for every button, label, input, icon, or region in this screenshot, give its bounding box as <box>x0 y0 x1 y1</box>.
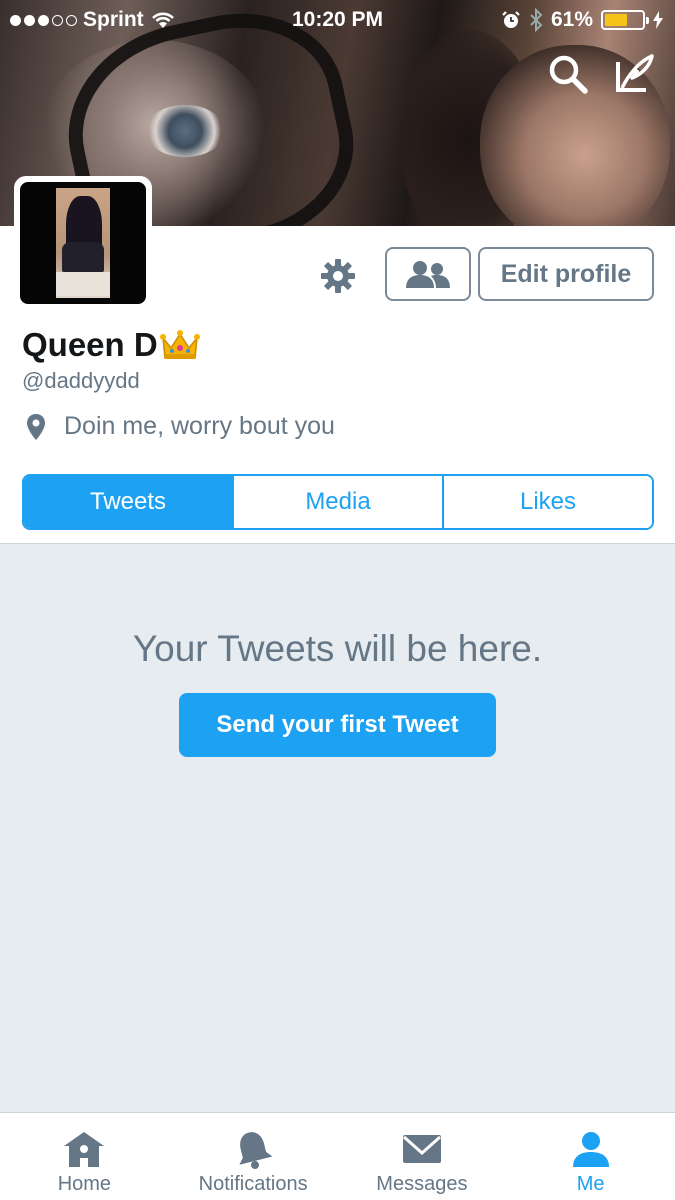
battery-fill <box>605 14 627 26</box>
tabbar-item-notifications[interactable]: Notifications <box>169 1113 338 1200</box>
status-bar: Sprint 10:20 PM 61% <box>0 0 675 40</box>
alarm-icon <box>502 11 520 28</box>
display-name-text: Queen D <box>22 326 158 363</box>
person-icon <box>572 1132 609 1167</box>
tab-media[interactable]: Media <box>232 476 442 528</box>
profile-tabs: Tweets Media Likes <box>22 474 654 530</box>
envelope-icon <box>402 1135 441 1163</box>
avatar-photo <box>20 182 146 304</box>
avatar-photo-detail <box>56 272 110 296</box>
profile-avatar[interactable] <box>14 176 152 310</box>
tabbar-label-notifications: Notifications <box>198 1173 308 1195</box>
profile-bio-text: Doin me, worry bout you <box>64 412 335 440</box>
crown-emoji-icon <box>159 330 200 359</box>
avatar-photo-detail <box>62 242 104 272</box>
tweets-timeline: Your Tweets will be here. Send your firs… <box>0 543 675 1112</box>
profile-location: Doin me, worry bout you <box>26 412 335 441</box>
location-pin-icon <box>27 413 45 440</box>
settings-gear-icon[interactable] <box>318 256 358 296</box>
battery-icon <box>601 10 649 30</box>
battery-percent: 61% <box>550 8 593 31</box>
tabbar-item-home[interactable]: Home <box>0 1113 169 1200</box>
empty-state-message: Your Tweets will be here. <box>132 628 543 669</box>
bluetooth-icon <box>530 8 543 32</box>
edit-profile-button[interactable]: Edit profile <box>478 247 654 301</box>
tabbar-label-messages: Messages <box>376 1173 468 1195</box>
status-right: 61% <box>501 8 663 32</box>
send-first-tweet-button[interactable]: Send your first Tweet <box>179 693 496 757</box>
home-icon <box>64 1132 105 1167</box>
bottom-tab-bar: Home Notifications Messages Me <box>0 1112 675 1200</box>
tabbar-item-me[interactable]: Me <box>506 1113 675 1200</box>
compose-tweet-icon[interactable] <box>612 52 656 96</box>
charging-bolt-icon <box>653 11 663 29</box>
people-icon <box>406 261 450 288</box>
tabbar-label-home: Home <box>57 1173 112 1195</box>
profile-handle: @daddyydd <box>22 368 140 393</box>
tab-likes[interactable]: Likes <box>442 476 652 528</box>
tab-tweets[interactable]: Tweets <box>24 476 232 528</box>
lists-people-button[interactable] <box>385 247 471 301</box>
bell-icon <box>239 1132 273 1169</box>
search-icon[interactable] <box>546 52 590 96</box>
profile-display-name: Queen D <box>22 326 200 364</box>
tabbar-label-me: Me <box>576 1173 605 1195</box>
banner-photo-detail <box>145 105 225 157</box>
tabbar-item-messages[interactable]: Messages <box>338 1113 507 1200</box>
